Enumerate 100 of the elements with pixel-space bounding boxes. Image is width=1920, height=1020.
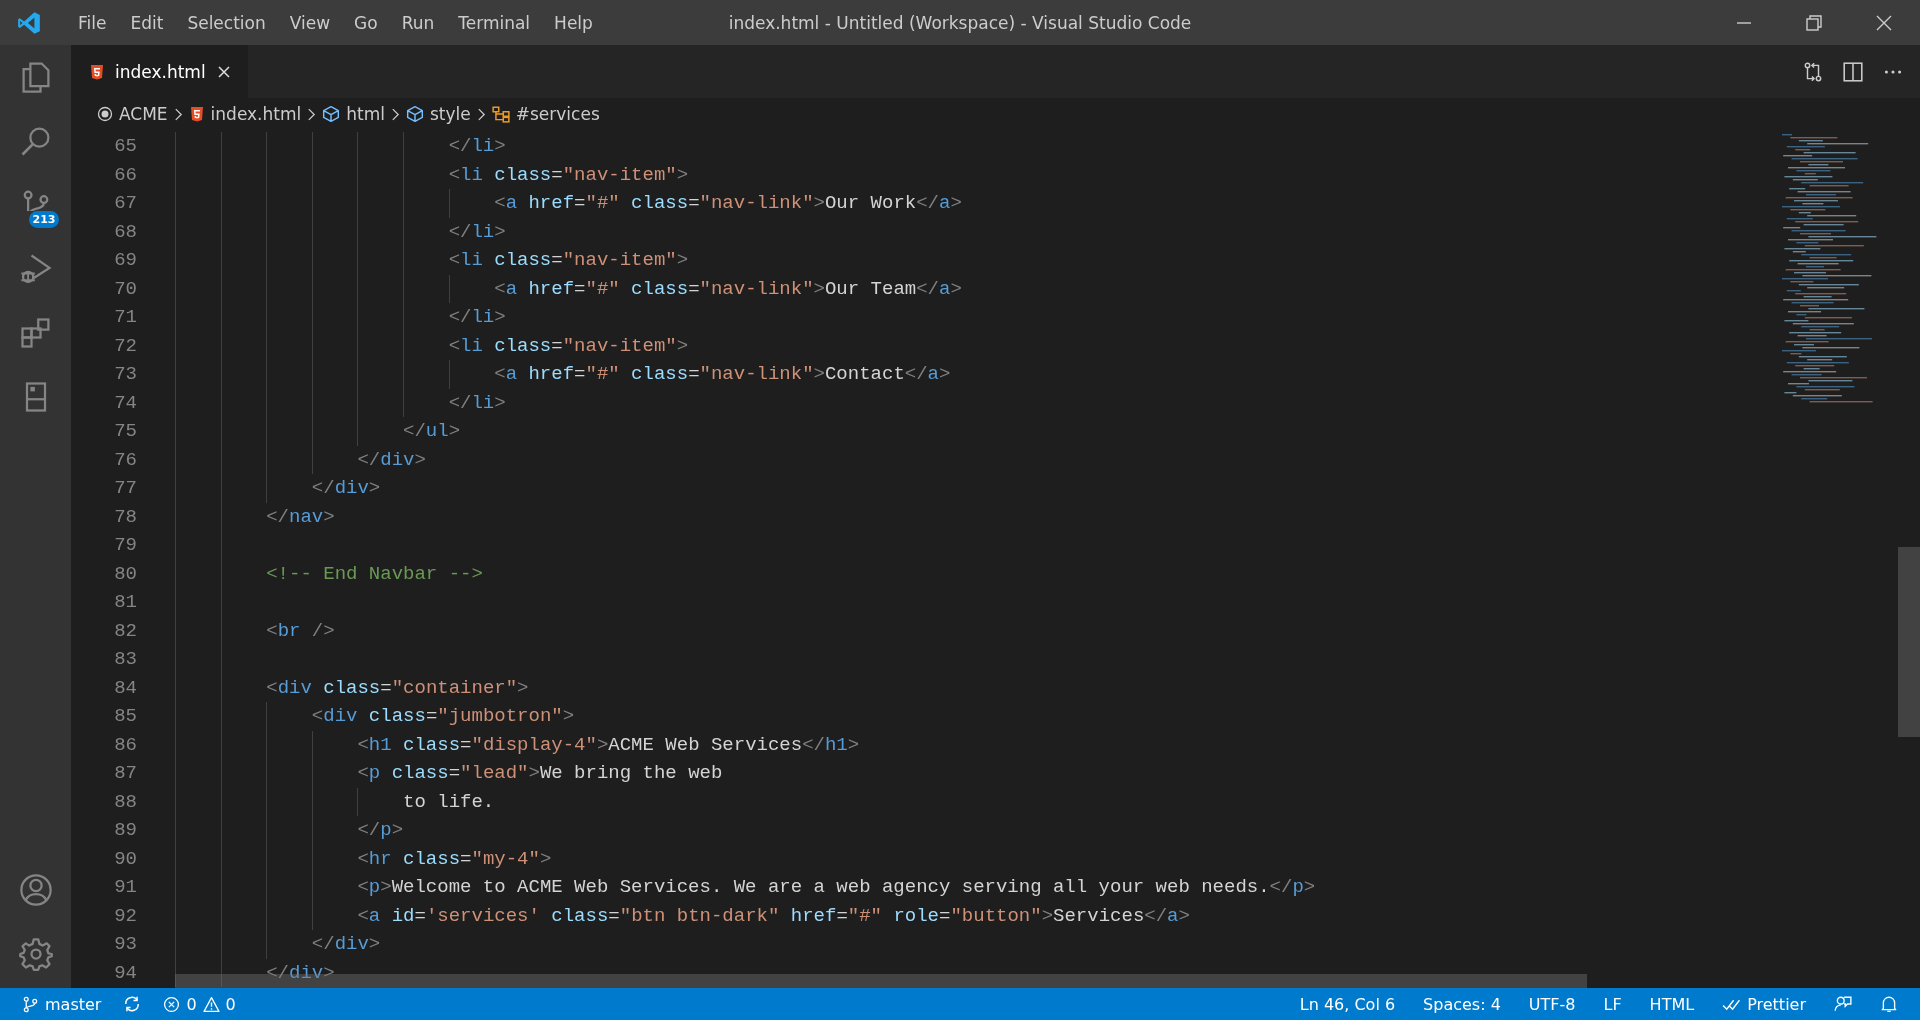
chevron-icon <box>476 106 486 122</box>
breadcrumb-item[interactable]: #services <box>515 104 600 124</box>
breadcrumb-item[interactable]: style <box>430 104 471 124</box>
code-line: </div> <box>310 477 381 500</box>
status-item[interactable]: LF <box>1603 994 1622 1014</box>
code-line: </ul> <box>402 420 461 443</box>
breadcrumb-item[interactable]: index.html <box>210 104 302 124</box>
account-icon[interactable] <box>17 872 54 908</box>
code-line: <hr class="my-4"> <box>356 847 552 870</box>
line-number: 69 <box>113 249 137 272</box>
code-line: to life. <box>402 790 495 813</box>
restore-icon[interactable] <box>1804 12 1824 33</box>
code-line: <li class="nav-item"> <box>447 249 689 272</box>
line-number: 92 <box>113 904 137 927</box>
line-number: 91 <box>113 876 137 899</box>
line-number: 65 <box>113 135 137 158</box>
branch-icon <box>22 995 39 1013</box>
code-line: <a href="#" class="nav-link">Our Team</a> <box>493 277 962 300</box>
chevron-icon <box>173 106 183 122</box>
code-line: </div> <box>310 933 381 956</box>
menu-item[interactable]: Run <box>389 12 447 33</box>
breadcrumb-item[interactable]: html <box>346 104 385 124</box>
code-line: <a href="#" class="nav-link">Our Work</a> <box>493 192 962 215</box>
menu-item[interactable]: Go <box>342 12 390 33</box>
status-item[interactable]: HTML <box>1649 994 1695 1014</box>
status-item[interactable]: Ln 46, Col 6 <box>1299 994 1396 1014</box>
code-line: </div> <box>356 448 426 471</box>
window-title: index.html - Untitled (Workspace) - Visual Studio Code <box>728 12 1192 33</box>
status-item[interactable]: Spaces: 4 <box>1423 994 1501 1014</box>
sync-icon[interactable] <box>123 995 142 1013</box>
line-number: 78 <box>113 505 137 528</box>
split-editor-icon[interactable] <box>1842 60 1864 83</box>
menu-item[interactable]: Selection <box>175 12 278 33</box>
scrollbar-thumb[interactable] <box>1898 547 1920 737</box>
bell-icon[interactable] <box>1880 995 1898 1013</box>
formatter-status[interactable]: Prettier <box>1722 994 1806 1014</box>
error-icon <box>163 995 181 1013</box>
line-number: 81 <box>113 591 137 614</box>
code-line: </div> <box>265 961 335 984</box>
symbol-icon <box>491 105 510 123</box>
line-number: 71 <box>113 306 137 329</box>
line-number: 75 <box>113 420 137 443</box>
line-number: 84 <box>113 676 137 699</box>
menu-item[interactable]: Help <box>542 12 605 33</box>
line-number: 80 <box>113 562 137 585</box>
code-line: <p class="lead">We bring the web <box>356 762 723 785</box>
chevron-icon <box>307 106 317 122</box>
branch-status[interactable]: master <box>22 994 102 1014</box>
line-number: 90 <box>113 847 137 870</box>
menu-item[interactable]: Edit <box>118 12 176 33</box>
line-number: 76 <box>113 448 137 471</box>
line-number: 73 <box>113 363 137 386</box>
line-number: 83 <box>113 648 137 671</box>
line-number: 89 <box>113 819 137 842</box>
line-number: 82 <box>113 619 137 642</box>
count-badge: 213 <box>28 211 60 228</box>
editor-tab[interactable]: index.html <box>71 45 248 98</box>
line-number: 74 <box>113 391 137 414</box>
code-line: </p> <box>356 819 404 842</box>
code-line: <a href="#" class="nav-link">Contact</a> <box>493 363 951 386</box>
code-line: <a id='services' class="btn btn-dark" href="#" role="button">Services</a> <box>356 904 1190 927</box>
code-line: </li> <box>447 306 506 329</box>
close-icon[interactable] <box>215 63 232 80</box>
line-number: 85 <box>113 705 137 728</box>
line-number: 94 <box>113 961 137 984</box>
line-number: 66 <box>113 163 137 186</box>
code-line: <p>Welcome to ACME Web Services. We are a web agency serving all your web needs.</p> <box>356 876 1316 899</box>
problems-status[interactable]: 0 0 <box>163 994 236 1014</box>
settings-icon[interactable] <box>17 936 54 972</box>
code-line: <li class="nav-item"> <box>447 334 689 357</box>
code-line: <li class="nav-item"> <box>447 163 689 186</box>
breadcrumb-item[interactable]: ACME <box>119 104 168 124</box>
menu-item[interactable]: Terminal <box>446 12 543 33</box>
code-line: </nav> <box>265 505 335 528</box>
compare-changes-icon[interactable] <box>1802 60 1824 83</box>
line-number: 87 <box>113 762 137 785</box>
html-file-icon <box>89 63 105 80</box>
app-logo-icon <box>16 9 42 36</box>
circle-icon <box>97 106 113 122</box>
feedback-icon[interactable] <box>1834 995 1852 1013</box>
menu-item[interactable]: File <box>66 12 119 33</box>
line-number: 72 <box>113 334 137 357</box>
line-number: 77 <box>113 477 137 500</box>
html-file-icon <box>188 106 205 122</box>
code-line: <div class="container"> <box>265 676 529 699</box>
status-item[interactable]: UTF-8 <box>1528 994 1576 1014</box>
code-line: </li> <box>447 135 506 158</box>
cube-icon <box>322 105 341 123</box>
code-line: <h1 class="display-4">ACME Web Services</h1> <box>356 733 860 756</box>
code-line: <!-- End Navbar --> <box>265 562 483 585</box>
line-number: 93 <box>113 933 137 956</box>
code-line: <br /> <box>265 619 335 642</box>
code-line: </li> <box>447 391 506 414</box>
warning-icon <box>202 995 220 1013</box>
line-number: 68 <box>113 220 137 243</box>
code-line: <div class="jumbotron"> <box>310 705 575 728</box>
menu-item[interactable]: View <box>277 12 343 33</box>
line-number: 88 <box>113 790 137 813</box>
chevron-icon <box>391 106 400 122</box>
line-number: 86 <box>113 733 137 756</box>
